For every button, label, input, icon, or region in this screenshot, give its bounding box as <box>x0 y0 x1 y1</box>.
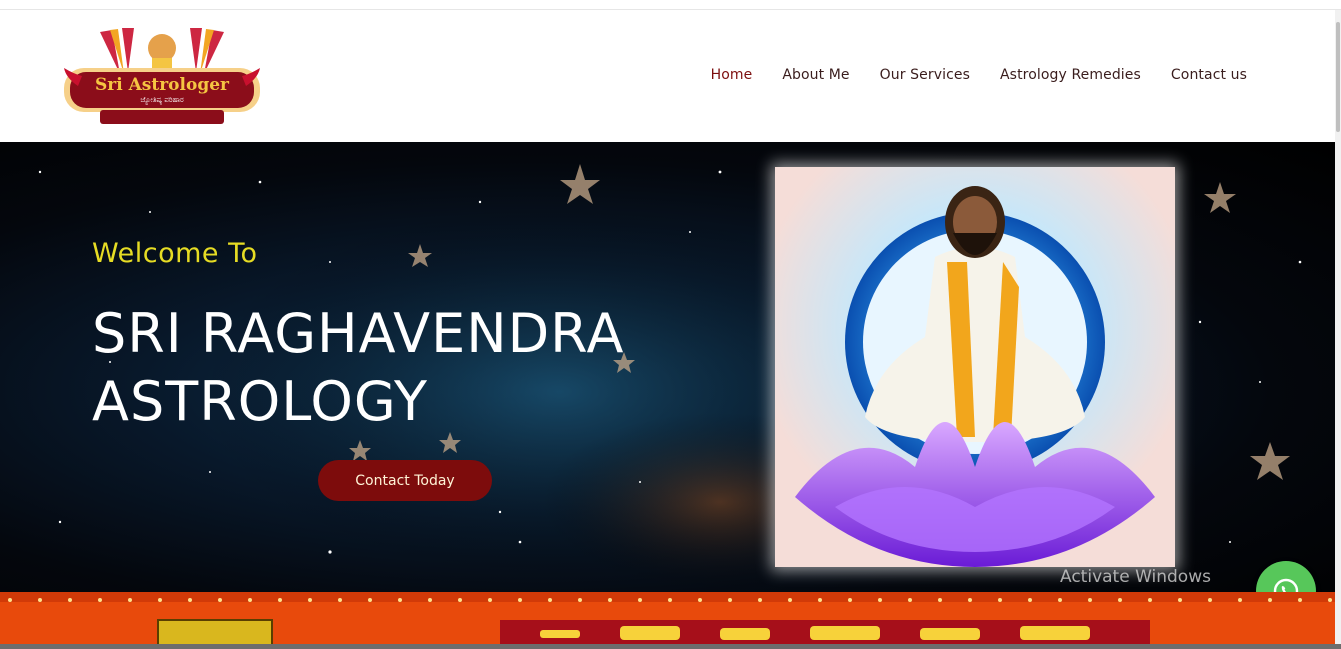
top-border <box>0 0 1341 10</box>
main-nav: Home About Me Our Services Astrology Rem… <box>711 67 1247 83</box>
scrollbar-thumb[interactable] <box>1336 22 1340 132</box>
hero-title-line1: SRI RAGHAVENDRA <box>92 302 625 365</box>
activate-windows-watermark: Activate Windows <box>1060 567 1211 587</box>
meditation-illustration <box>775 167 1175 567</box>
promo-banner <box>0 592 1335 649</box>
nav-our-services[interactable]: Our Services <box>880 67 970 83</box>
nav-contact-us[interactable]: Contact us <box>1171 67 1247 83</box>
bottom-edge-bar <box>0 644 1341 649</box>
site-logo[interactable]: Sri Astrologer ಜ್ಯೋತಿಷ್ಯ ಪರಿಹಾರ <box>60 24 264 128</box>
nav-astrology-remedies[interactable]: Astrology Remedies <box>1000 67 1141 83</box>
logo-tagline: ಜ್ಯೋತಿಷ್ಯ ಪರಿಹಾರ <box>140 96 184 104</box>
hero-title-line2: ASTROLOGY <box>92 370 429 433</box>
nav-home[interactable]: Home <box>711 67 753 83</box>
page-scrollbar[interactable] <box>1335 10 1341 649</box>
astrologer-portrait <box>775 167 1175 567</box>
hero-section: Welcome To SRI RAGHAVENDRA ASTROLOGY Con… <box>0 142 1335 592</box>
logo-name: Sri Astrologer <box>95 75 229 95</box>
hero-welcome: Welcome To <box>92 238 258 269</box>
site-header: Sri Astrologer ಜ್ಯೋತಿಷ್ಯ ಪರಿಹಾರ Home Abo… <box>0 10 1335 142</box>
hero-title: SRI RAGHAVENDRA ASTROLOGY <box>92 300 652 436</box>
nav-about-me[interactable]: About Me <box>782 67 849 83</box>
banner-decorative-border <box>0 592 1335 602</box>
contact-today-button[interactable]: Contact Today <box>318 460 492 501</box>
